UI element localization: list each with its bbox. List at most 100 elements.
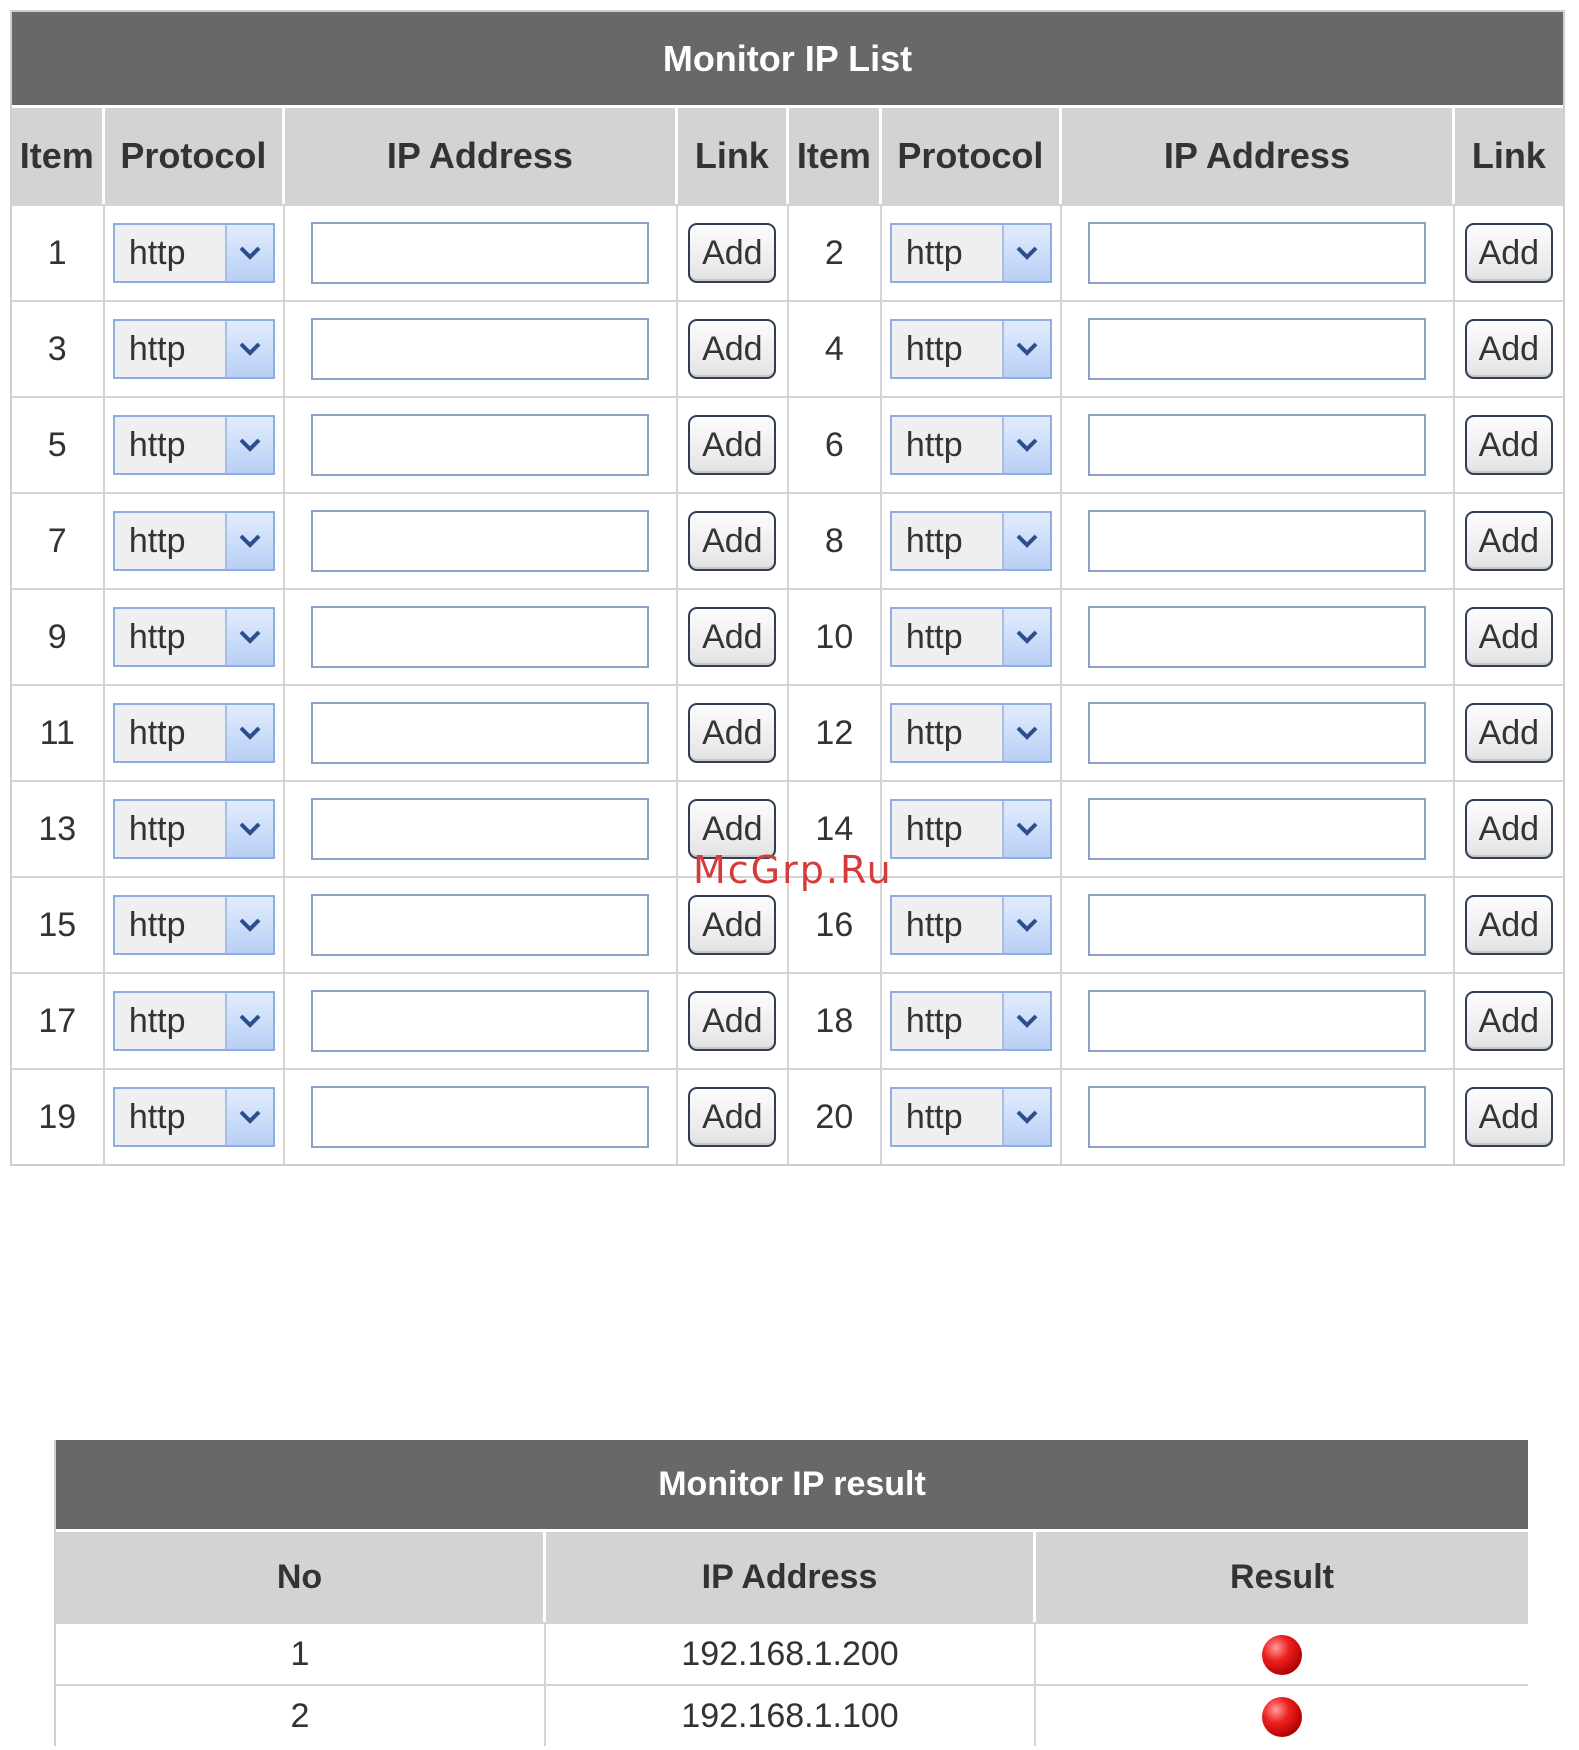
dropdown-arrow-icon[interactable] bbox=[224, 897, 273, 953]
ip-address-input[interactable] bbox=[1088, 318, 1427, 380]
protocol-select[interactable]: http bbox=[889, 319, 1052, 379]
add-button[interactable]: Add bbox=[688, 607, 777, 667]
dropdown-arrow-icon[interactable] bbox=[1001, 417, 1050, 473]
protocol-select[interactable]: http bbox=[889, 223, 1052, 283]
ip-address-input[interactable] bbox=[311, 222, 650, 284]
protocol-selected-value: http bbox=[905, 330, 963, 368]
table-row: 1 192.168.1.200 bbox=[56, 1622, 1529, 1684]
dropdown-arrow-icon[interactable] bbox=[1001, 321, 1050, 377]
ip-address-input[interactable] bbox=[1088, 1086, 1427, 1148]
protocol-selected-value: http bbox=[128, 618, 186, 656]
protocol-select[interactable]: http bbox=[112, 799, 275, 859]
ip-address-input[interactable] bbox=[311, 894, 650, 956]
dropdown-arrow-icon[interactable] bbox=[224, 993, 273, 1049]
protocol-select[interactable]: http bbox=[112, 607, 275, 667]
ip-address-input[interactable] bbox=[311, 606, 650, 668]
protocol-selected-value: http bbox=[905, 1002, 963, 1040]
protocol-cell: http bbox=[104, 972, 286, 1068]
ip-address-input[interactable] bbox=[311, 1086, 650, 1148]
add-button[interactable]: Add bbox=[1464, 1087, 1553, 1147]
protocol-select[interactable]: http bbox=[112, 511, 275, 571]
add-button[interactable]: Add bbox=[1464, 511, 1553, 571]
add-button[interactable]: Add bbox=[688, 991, 777, 1051]
ip-address-input[interactable] bbox=[1088, 894, 1427, 956]
protocol-select[interactable]: http bbox=[112, 703, 275, 763]
add-button[interactable]: Add bbox=[688, 1087, 777, 1147]
dropdown-arrow-icon[interactable] bbox=[224, 513, 273, 569]
protocol-select[interactable]: http bbox=[112, 223, 275, 283]
item-number: 15 bbox=[12, 876, 105, 972]
protocol-select[interactable]: http bbox=[112, 415, 275, 475]
protocol-select[interactable]: http bbox=[112, 319, 275, 379]
dropdown-arrow-icon[interactable] bbox=[224, 225, 273, 281]
add-button[interactable]: Add bbox=[1464, 415, 1553, 475]
add-button[interactable]: Add bbox=[688, 703, 777, 763]
column-header-no: No bbox=[56, 1532, 546, 1622]
protocol-select[interactable]: http bbox=[889, 415, 1052, 475]
ip-address-input[interactable] bbox=[311, 798, 650, 860]
table-row: 3 http Add 4 http Add bbox=[12, 300, 1563, 396]
add-button[interactable]: Add bbox=[688, 223, 777, 283]
add-button[interactable]: Add bbox=[688, 319, 777, 379]
protocol-select[interactable]: http bbox=[112, 1087, 275, 1147]
dropdown-arrow-icon[interactable] bbox=[224, 609, 273, 665]
ip-address-input[interactable] bbox=[311, 990, 650, 1052]
add-button[interactable]: Add bbox=[688, 895, 777, 955]
dropdown-arrow-icon[interactable] bbox=[1001, 513, 1050, 569]
add-button[interactable]: Add bbox=[1464, 703, 1553, 763]
dropdown-arrow-icon[interactable] bbox=[224, 321, 273, 377]
ip-address-input[interactable] bbox=[1088, 702, 1427, 764]
protocol-select[interactable]: http bbox=[889, 1087, 1052, 1147]
protocol-selected-value: http bbox=[905, 810, 963, 848]
dropdown-arrow-icon[interactable] bbox=[1001, 897, 1050, 953]
ip-address-input[interactable] bbox=[1088, 222, 1427, 284]
add-button[interactable]: Add bbox=[1464, 799, 1553, 859]
ip-address-input[interactable] bbox=[1088, 606, 1427, 668]
ip-address-input[interactable] bbox=[311, 510, 650, 572]
ip-address-input[interactable] bbox=[311, 318, 650, 380]
dropdown-arrow-icon[interactable] bbox=[224, 705, 273, 761]
protocol-select[interactable]: http bbox=[112, 895, 275, 955]
add-button[interactable]: Add bbox=[688, 799, 777, 859]
link-cell: Add bbox=[1454, 780, 1563, 876]
protocol-select[interactable]: http bbox=[889, 607, 1052, 667]
item-number: 13 bbox=[12, 780, 105, 876]
dropdown-arrow-icon[interactable] bbox=[1001, 705, 1050, 761]
chevron-down-icon bbox=[1016, 246, 1038, 260]
ip-address-input[interactable] bbox=[1088, 990, 1427, 1052]
add-button[interactable]: Add bbox=[688, 415, 777, 475]
table-row: 7 http Add 8 http Add bbox=[12, 492, 1563, 588]
add-button[interactable]: Add bbox=[1464, 895, 1553, 955]
protocol-select[interactable]: http bbox=[889, 991, 1052, 1051]
protocol-cell: http bbox=[881, 780, 1063, 876]
chevron-down-icon bbox=[239, 534, 261, 548]
dropdown-arrow-icon[interactable] bbox=[224, 801, 273, 857]
protocol-select[interactable]: http bbox=[889, 895, 1052, 955]
protocol-select[interactable]: http bbox=[889, 703, 1052, 763]
add-button[interactable]: Add bbox=[1464, 991, 1553, 1051]
item-number: 1 bbox=[12, 204, 105, 300]
dropdown-arrow-icon[interactable] bbox=[1001, 225, 1050, 281]
column-header-result: Result bbox=[1036, 1532, 1529, 1622]
ip-address-input[interactable] bbox=[311, 702, 650, 764]
protocol-select[interactable]: http bbox=[889, 511, 1052, 571]
monitor-ip-list-title: Monitor IP List bbox=[12, 12, 1563, 108]
dropdown-arrow-icon[interactable] bbox=[1001, 801, 1050, 857]
dropdown-arrow-icon[interactable] bbox=[1001, 1089, 1050, 1145]
chevron-down-icon bbox=[239, 918, 261, 932]
dropdown-arrow-icon[interactable] bbox=[1001, 993, 1050, 1049]
ip-address-input[interactable] bbox=[311, 414, 650, 476]
protocol-select[interactable]: http bbox=[889, 799, 1052, 859]
add-button[interactable]: Add bbox=[688, 511, 777, 571]
dropdown-arrow-icon[interactable] bbox=[224, 417, 273, 473]
add-button[interactable]: Add bbox=[1464, 223, 1553, 283]
ip-address-input[interactable] bbox=[1088, 414, 1427, 476]
protocol-select[interactable]: http bbox=[112, 991, 275, 1051]
dropdown-arrow-icon[interactable] bbox=[1001, 609, 1050, 665]
ip-address-input[interactable] bbox=[1088, 510, 1427, 572]
column-header-link: Link bbox=[1454, 108, 1563, 204]
dropdown-arrow-icon[interactable] bbox=[224, 1089, 273, 1145]
ip-address-input[interactable] bbox=[1088, 798, 1427, 860]
add-button[interactable]: Add bbox=[1464, 319, 1553, 379]
add-button[interactable]: Add bbox=[1464, 607, 1553, 667]
